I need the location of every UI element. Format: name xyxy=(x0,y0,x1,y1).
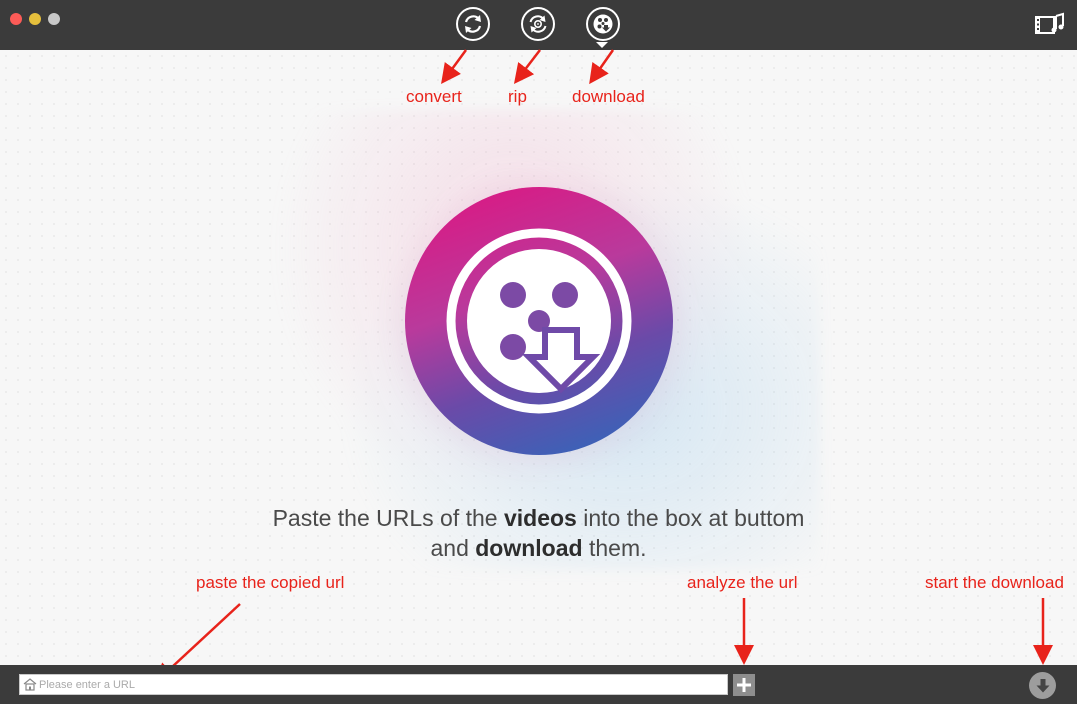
analyze-url-button[interactable] xyxy=(733,674,755,696)
media-browser-button[interactable] xyxy=(1034,12,1066,38)
download-arrow-icon xyxy=(1036,678,1049,692)
rip-mode-button[interactable] xyxy=(521,7,555,41)
bottom-toolbar xyxy=(0,665,1077,704)
close-window-button[interactable] xyxy=(10,13,22,25)
annotation-start-download: start the download xyxy=(925,573,1064,592)
convert-mode-button[interactable] xyxy=(456,7,490,41)
convert-icon xyxy=(464,15,482,33)
tagline-bold-download: download xyxy=(475,535,583,561)
plus-icon xyxy=(737,678,751,692)
active-mode-indicator xyxy=(596,42,608,48)
tagline-part: them. xyxy=(582,535,647,561)
annotation-analyze-url: analyze the url xyxy=(687,573,798,592)
tagline-part: Paste the URLs of the xyxy=(272,505,504,531)
instruction-text: Paste the URLs of the videos into the bo… xyxy=(150,503,927,563)
rip-icon xyxy=(529,15,547,33)
download-mode-button[interactable] xyxy=(586,7,620,41)
media-browser-icon xyxy=(1035,12,1064,34)
home-icon xyxy=(23,678,37,691)
app-logo xyxy=(405,187,673,455)
minimize-window-button[interactable] xyxy=(29,13,41,25)
annotation-convert: convert xyxy=(406,87,462,106)
tagline-bold-videos: videos xyxy=(503,505,577,531)
tagline-part: into the box at buttom xyxy=(576,505,805,531)
url-input[interactable] xyxy=(39,675,724,694)
url-field-container xyxy=(19,674,728,695)
annotation-paste-url: paste the copied url xyxy=(196,573,345,592)
download-mode-icon xyxy=(593,14,613,34)
annotation-download: download xyxy=(572,87,645,106)
annotation-rip: rip xyxy=(508,87,527,106)
tagline-part: and xyxy=(430,535,476,561)
start-download-button[interactable] xyxy=(1029,672,1056,699)
title-bar xyxy=(0,0,1077,50)
video-download-logo-icon xyxy=(446,228,632,414)
zoom-window-button[interactable] xyxy=(48,13,60,25)
